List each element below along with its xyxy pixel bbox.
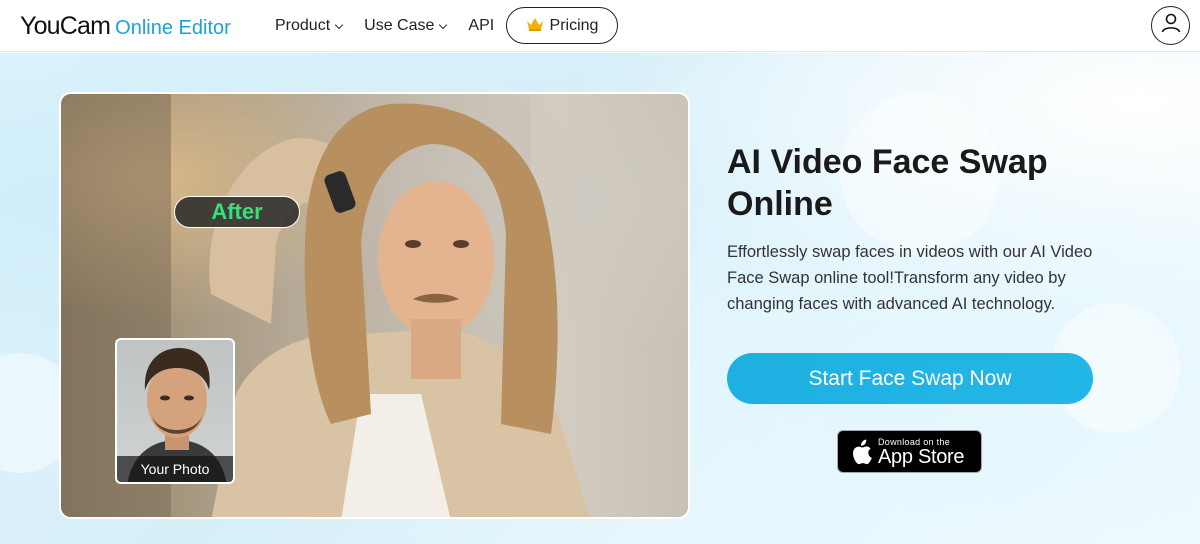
nav-item-label: Product	[275, 17, 331, 34]
after-badge-label: After	[211, 199, 263, 224]
logo[interactable]: YouCam Online Editor	[20, 12, 231, 41]
nav-item-label: API	[468, 17, 495, 34]
app-store-small-label: Download on the	[878, 436, 951, 447]
hero-section: After Your Photo AI Video Face Swap Onli…	[0, 53, 1200, 544]
app-store-big-label: App Store	[878, 445, 965, 468]
your-photo-label: Your Photo	[117, 456, 233, 482]
pricing-label: Pricing	[549, 16, 599, 34]
app-store-text: Download on the App Store	[878, 436, 965, 468]
logo-main-text: YouCam	[20, 12, 111, 40]
cta-label: Start Face Swap Now	[808, 366, 1012, 390]
pricing-button[interactable]: Pricing	[506, 7, 618, 44]
chevron-down-icon	[334, 20, 344, 29]
nav-item-use-case[interactable]: Use Case	[364, 17, 448, 35]
nav-item-product[interactable]: Product	[275, 17, 344, 35]
nav-item-api[interactable]: API	[468, 17, 494, 35]
chevron-down-icon	[439, 20, 448, 29]
crown-icon	[526, 17, 544, 35]
site-header: YouCam Online Editor Product Use Case AP…	[0, 0, 1200, 52]
hero-description: Effortlessly swap faces in videos with o…	[727, 243, 1093, 313]
account-button[interactable]	[1151, 6, 1190, 45]
logo-sub-text: Online Editor	[115, 17, 231, 39]
start-face-swap-button[interactable]: Start Face Swap Now	[727, 353, 1093, 404]
apple-icon	[850, 439, 872, 465]
main-nav: Product Use Case API	[275, 0, 516, 52]
face-swap-preview-image: After Your Photo	[59, 92, 690, 519]
app-store-badge[interactable]: Download on the App Store	[837, 430, 982, 473]
nav-item-label: Use Case	[364, 17, 435, 34]
page-title: AI Video Face Swap Online	[727, 143, 1048, 223]
source-photo-thumbnail: Your Photo	[115, 338, 235, 484]
user-icon	[1160, 12, 1182, 39]
after-badge: After	[174, 196, 300, 228]
